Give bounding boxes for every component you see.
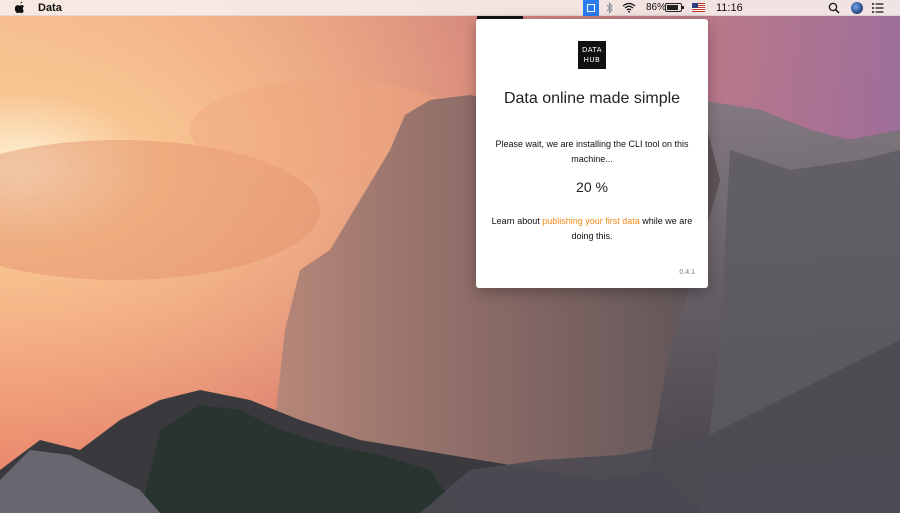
- notification-center-icon[interactable]: [872, 3, 884, 13]
- wallpaper-mountain-graphic: [0, 0, 900, 513]
- app-version: 0.4.1: [679, 269, 695, 276]
- logo-line-data: DATA: [581, 46, 603, 54]
- app-tray-icon[interactable]: [583, 0, 599, 16]
- spotlight-search-icon[interactable]: [828, 2, 840, 14]
- logo-line-hub: HUB: [583, 56, 601, 64]
- battery-icon[interactable]: [665, 3, 684, 12]
- us-flag-icon[interactable]: [692, 3, 705, 12]
- desktop-wallpaper: [0, 0, 900, 513]
- learn-more-text: Learn about publishing your first data w…: [490, 214, 694, 244]
- apple-icon[interactable]: [14, 1, 26, 14]
- popup-indicator-bar: [477, 16, 523, 19]
- battery-percent[interactable]: 86%: [646, 1, 666, 15]
- install-status-message: Please wait, we are installing the CLI t…: [495, 139, 689, 164]
- datahub-installer-popup: DATA HUB Data online made simple Please …: [476, 16, 708, 288]
- install-progress-percent: 20 %: [576, 179, 608, 195]
- app-menu-name[interactable]: Data: [38, 1, 62, 15]
- siri-icon[interactable]: [851, 2, 863, 14]
- datahub-logo: DATA HUB: [578, 41, 606, 69]
- learn-prefix: Learn about: [491, 216, 543, 226]
- battery-fill: [667, 5, 679, 10]
- menubar-clock[interactable]: 11:16: [716, 1, 743, 15]
- menu-bar: Data 86% 11:16: [0, 0, 900, 16]
- popup-headline: Data online made simple: [503, 90, 681, 107]
- publishing-first-data-link[interactable]: publishing your first data: [542, 216, 640, 226]
- bluetooth-icon[interactable]: [606, 2, 614, 14]
- wifi-icon[interactable]: [622, 2, 636, 13]
